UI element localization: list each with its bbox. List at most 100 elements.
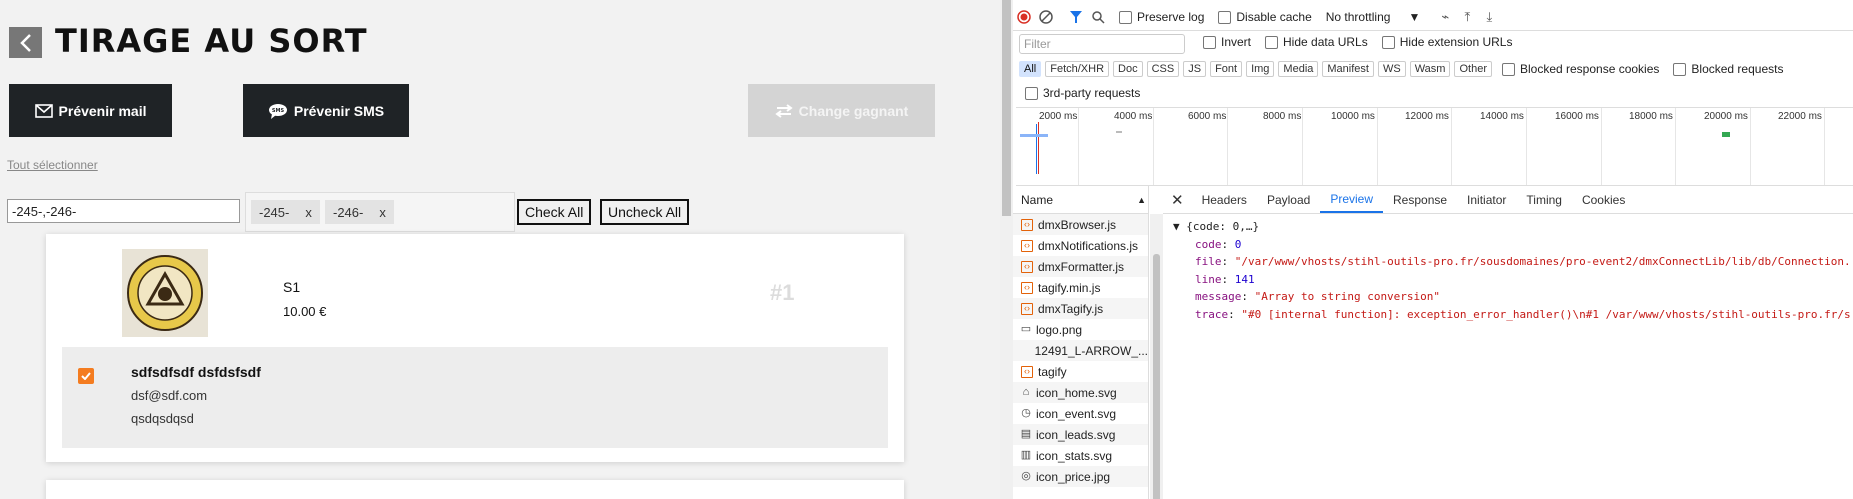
checkbox[interactable] — [1119, 10, 1132, 24]
checkbox[interactable] — [1501, 62, 1515, 76]
participant-entry[interactable]: sdfsdfsdf dsfdsfsdf dsf@sdf.com qsdqsdqs… — [62, 347, 888, 448]
participant-note: qsdqsdqsd — [131, 411, 194, 426]
request-item[interactable]: ▥ icon_stats.svg — [1013, 445, 1148, 466]
js-icon: ‹› — [1021, 302, 1033, 315]
request-item[interactable]: ‹› dmxTagify.js — [1013, 298, 1148, 319]
participant-checkbox[interactable] — [78, 368, 94, 384]
type-chip-img[interactable]: Img — [1246, 61, 1275, 77]
type-chip-doc[interactable]: Doc — [1113, 61, 1143, 77]
checkbox[interactable] — [1025, 86, 1038, 100]
prize-card: S1 10.00 € #1 sdfsdfsdf dsfdsfsdf dsf@sd… — [46, 234, 904, 462]
timeline-tick-label: 16000 ms — [1555, 111, 1599, 122]
timeline-marker — [1036, 124, 1037, 174]
request-item[interactable]: ‹› dmxNotifications.js — [1013, 235, 1148, 256]
page-title: TIRAGE AU SORT — [55, 22, 368, 60]
uncheck-all-button[interactable]: Uncheck All — [600, 199, 690, 225]
download-icon[interactable]: ⤓ — [1478, 6, 1500, 28]
back-button[interactable] — [9, 27, 42, 58]
request-item[interactable]: ‹› tagify.min.js — [1013, 277, 1148, 298]
type-chip-media[interactable]: Media — [1278, 61, 1319, 77]
type-chip-wasm[interactable]: Wasm — [1409, 61, 1451, 77]
timeline-tick-label: 8000 ms — [1263, 111, 1302, 122]
request-name: dmxNotifications.js — [1038, 238, 1139, 253]
scroll-thumb[interactable] — [1153, 254, 1160, 499]
checkbox[interactable] — [1265, 35, 1279, 49]
hide-extension-urls-toggle[interactable]: Hide extension URLs — [1381, 35, 1513, 49]
throttling-value: No throttling — [1325, 10, 1391, 24]
participant-name: sdfsdfsdf dsfdsfsdf — [131, 364, 261, 380]
type-chip-manifest[interactable]: Manifest — [1322, 61, 1374, 77]
blocked-cookies-toggle[interactable]: Blocked response cookies — [1501, 62, 1659, 76]
type-chip-fetch[interactable]: Fetch/XHR — [1045, 61, 1110, 77]
filter-options: Invert Hide data URLs Hide extension URL… — [1203, 35, 1853, 49]
sort-icon: ▲ — [1137, 194, 1146, 205]
tab-cookies[interactable]: Cookies — [1572, 186, 1635, 213]
third-party-toggle[interactable]: 3rd-party requests — [1025, 86, 1140, 100]
wifi-settings-icon[interactable]: ⌁ — [1434, 6, 1456, 28]
filter-icon[interactable] — [1065, 6, 1087, 28]
tab-response[interactable]: Response — [1383, 186, 1457, 213]
page-scrollbar[interactable] — [1000, 0, 1013, 499]
notify-mail-button[interactable]: Prévenir mail — [9, 84, 172, 137]
record-icon[interactable] — [1013, 6, 1035, 28]
tab-initiator[interactable]: Initiator — [1457, 186, 1516, 213]
request-item[interactable]: ◎ icon_price.jpg — [1013, 466, 1148, 487]
checkbox[interactable] — [1673, 62, 1687, 76]
request-name: dmxFormatter.js — [1038, 259, 1125, 274]
timeline-tick-label: 22000 ms — [1778, 111, 1822, 122]
type-chip-css[interactable]: CSS — [1146, 61, 1180, 77]
clear-icon[interactable] — [1035, 6, 1057, 28]
request-item[interactable]: ▤ icon_leads.svg — [1013, 424, 1148, 445]
search-icon[interactable] — [1087, 6, 1109, 28]
tab-preview[interactable]: Preview — [1320, 186, 1383, 213]
blocked-requests-toggle[interactable]: Blocked requests — [1673, 62, 1783, 76]
tab-payload[interactable]: Payload — [1257, 186, 1320, 213]
invert-toggle[interactable]: Invert — [1203, 35, 1251, 49]
hide-data-urls-toggle[interactable]: Hide data URLs — [1265, 35, 1368, 49]
tab-headers[interactable]: Headers — [1192, 186, 1257, 213]
type-chip-font[interactable]: Font — [1210, 61, 1243, 77]
notify-sms-button[interactable]: SMS Prévenir SMS — [243, 84, 409, 137]
request-list-scrollbar[interactable] — [1150, 214, 1163, 499]
scroll-thumb[interactable] — [1002, 0, 1011, 216]
json-key: code — [1195, 237, 1222, 251]
request-item[interactable]: 12491_L-ARROW_... — [1013, 340, 1148, 361]
name-column-header[interactable]: Name ▲ — [1013, 186, 1148, 214]
upload-icon[interactable]: ⤒ — [1456, 6, 1478, 28]
network-timeline[interactable]: 2000 ms 4000 ms 6000 ms 8000 ms 10000 ms… — [1016, 107, 1853, 186]
hide-extension-urls-label: Hide extension URLs — [1399, 35, 1513, 49]
filter-input[interactable]: Filter — [1019, 34, 1185, 54]
disable-cache-toggle[interactable]: Disable cache — [1218, 10, 1312, 24]
json-preview: ▼ {code: 0,…} code: 0 file: "/var/www/vh… — [1163, 214, 1853, 323]
type-chip-js[interactable]: JS — [1183, 61, 1207, 77]
type-chip-other[interactable]: Other — [1454, 61, 1492, 77]
request-item[interactable]: ◷ icon_event.svg — [1013, 403, 1148, 424]
checkbox[interactable] — [1381, 35, 1395, 49]
request-item[interactable]: ▭ logo.png — [1013, 319, 1148, 340]
change-winner-button[interactable]: Change gagnant — [748, 84, 935, 137]
type-chip-ws[interactable]: WS — [1377, 61, 1406, 77]
close-icon[interactable]: x — [305, 205, 312, 220]
select-all-link[interactable]: Tout sélectionner — [7, 158, 98, 172]
request-item[interactable]: ‹› dmxBrowser.js — [1013, 214, 1148, 235]
json-line: line: 141 — [1195, 272, 1255, 286]
check-all-button[interactable]: Check All — [517, 199, 592, 225]
product-logo — [122, 249, 208, 337]
js-icon: ‹› — [1021, 218, 1033, 231]
throttling-select[interactable]: No throttling ▼ — [1326, 10, 1421, 24]
close-icon[interactable]: ✕ — [1163, 186, 1192, 213]
request-item[interactable]: ⌂ icon_home.svg — [1013, 382, 1148, 403]
request-item[interactable]: ‹› tagify — [1013, 361, 1148, 382]
tab-timing[interactable]: Timing — [1516, 186, 1572, 213]
close-icon[interactable]: x — [379, 205, 386, 220]
request-item[interactable]: ‹› dmxFormatter.js — [1013, 256, 1148, 277]
checkbox[interactable] — [1203, 35, 1216, 49]
json-root[interactable]: ▼ {code: 0,…} — [1173, 218, 1853, 236]
json-value: 141 — [1234, 272, 1255, 286]
checkbox[interactable] — [1218, 10, 1232, 24]
preserve-log-toggle[interactable]: Preserve log — [1119, 10, 1204, 24]
tag-input-box[interactable]: -245- x -246- x — [245, 192, 515, 232]
name-header-label: Name — [1021, 192, 1054, 207]
tag-filter-input[interactable] — [7, 199, 240, 223]
type-chip-all[interactable]: All — [1019, 61, 1042, 77]
